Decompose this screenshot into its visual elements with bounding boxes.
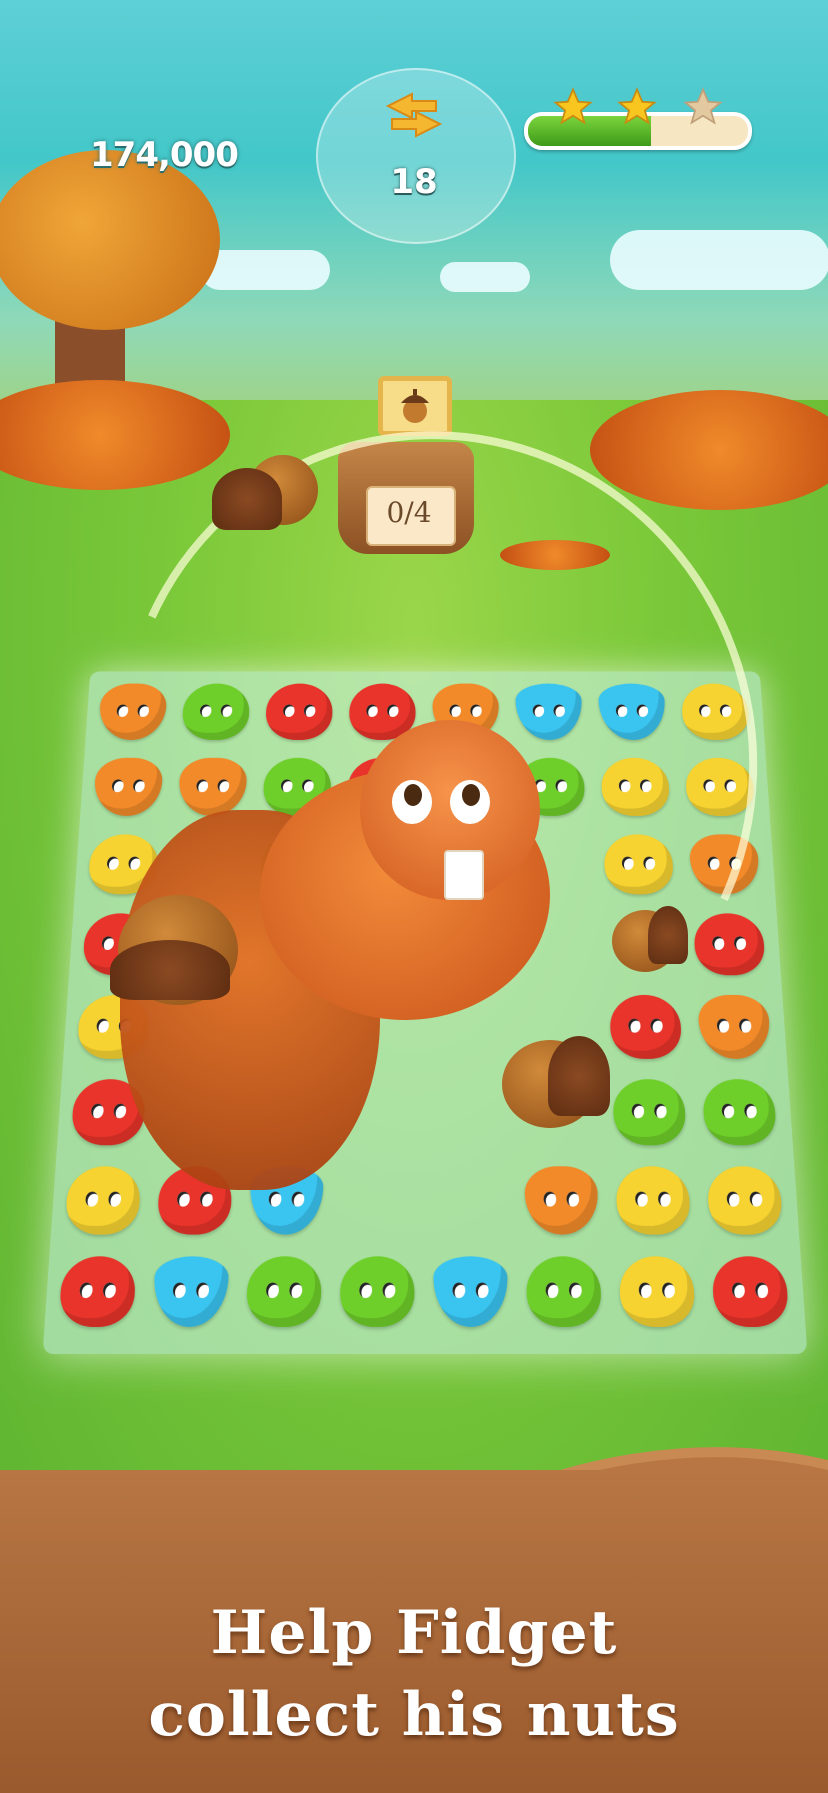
squirrel-eye (450, 780, 490, 824)
carrot-tile-icon[interactable] (524, 1166, 599, 1234)
board-cell[interactable] (611, 1248, 704, 1336)
cloud (200, 250, 330, 290)
board-cell[interactable] (703, 1248, 797, 1336)
pear-tile-icon[interactable] (526, 1256, 602, 1327)
autumn-tree (0, 150, 220, 330)
moves-remaining: 18 (316, 162, 512, 202)
pear-tile-icon[interactable] (702, 1079, 778, 1145)
apple-tile-icon[interactable] (58, 1256, 136, 1327)
board-cell[interactable] (50, 1248, 144, 1336)
board-cell[interactable] (238, 1248, 329, 1336)
board-cell[interactable] (690, 987, 779, 1067)
board-cell[interactable] (57, 1158, 150, 1243)
board-cell[interactable] (332, 1248, 422, 1336)
apple-tile-icon[interactable] (711, 1256, 789, 1327)
pear-tile-icon[interactable] (612, 1079, 687, 1145)
star-empty-icon (682, 86, 724, 128)
board-cell[interactable] (699, 1158, 792, 1243)
acorn-icon (395, 385, 435, 425)
tagline-line1: Help Fidget (0, 1598, 828, 1668)
board-cell[interactable] (605, 1071, 695, 1154)
board-cell[interactable] (517, 1158, 607, 1243)
banana-tile-icon[interactable] (706, 1166, 783, 1234)
board-cell[interactable] (334, 1158, 422, 1243)
board-cell[interactable] (426, 1248, 516, 1336)
board-cell[interactable] (518, 1248, 609, 1336)
star-earned-icon (616, 86, 658, 128)
pear-tile-icon[interactable] (340, 1256, 415, 1327)
carrot-tile-icon[interactable] (697, 995, 771, 1059)
board-cell[interactable] (694, 1071, 785, 1154)
pear-tile-icon[interactable] (246, 1256, 322, 1327)
banana-tile-icon[interactable] (619, 1256, 696, 1327)
banana-tile-icon[interactable] (65, 1166, 142, 1234)
acorn-cap (548, 1036, 610, 1116)
squirrel-teeth (444, 850, 484, 900)
tagline-line2: collect his nuts (0, 1680, 828, 1750)
swap-arrows-icon (382, 88, 446, 142)
board-cell[interactable] (608, 1158, 699, 1243)
acorn-cap (110, 940, 230, 1000)
squirrel-eye (392, 780, 432, 824)
cloud (440, 262, 530, 292)
cloud (610, 230, 828, 290)
water-tile-icon[interactable] (152, 1256, 229, 1327)
star-earned-icon (552, 86, 594, 128)
water-tile-icon[interactable] (433, 1256, 508, 1327)
acorn-cap (212, 468, 282, 530)
score-counter: 174,000 (90, 135, 238, 175)
goal-sign (378, 376, 452, 436)
banana-tile-icon[interactable] (615, 1166, 691, 1234)
board-cell[interactable] (144, 1248, 237, 1336)
board-cell[interactable] (426, 1158, 514, 1243)
acorn-cap (648, 906, 688, 964)
